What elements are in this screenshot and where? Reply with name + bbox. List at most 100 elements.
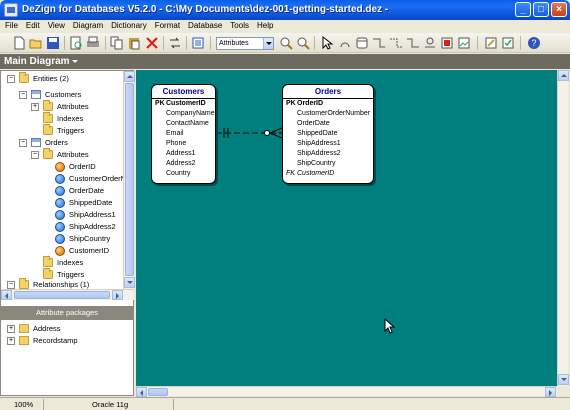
attribute-name: CustomerID	[166, 100, 206, 107]
attribute-row[interactable]: ShipCountry	[283, 159, 373, 169]
attribute-packages-header[interactable]: Attribute packages	[1, 306, 133, 320]
attribute-row[interactable]: Country	[152, 169, 215, 179]
menu-diagram[interactable]: Diagram	[68, 20, 106, 30]
copy-icon[interactable]	[110, 36, 124, 50]
scroll-down-icon[interactable]	[124, 277, 135, 288]
tree-vertical-scrollbar[interactable]	[123, 71, 135, 289]
subtype-tool-icon[interactable]	[423, 36, 437, 50]
attribute-name: OrderID	[297, 100, 324, 107]
zoom-fit-icon[interactable]	[191, 36, 205, 50]
package-icon	[19, 324, 29, 333]
title-bar[interactable]: DeZign for Databases V5.2.0 - C:\My Docu…	[0, 0, 570, 20]
tree-item-label: Address	[33, 324, 61, 333]
scroll-thumb[interactable]	[14, 291, 110, 299]
pk-row[interactable]: PK OrderID	[283, 99, 373, 109]
scroll-right-icon[interactable]	[545, 387, 556, 397]
print-preview-icon[interactable]	[69, 36, 83, 50]
scroll-left-icon[interactable]	[136, 387, 147, 397]
save-icon[interactable]	[46, 36, 60, 50]
arrange-icon[interactable]	[168, 36, 182, 50]
chevron-down-icon[interactable]	[72, 60, 78, 63]
window-title: DeZign for Databases V5.2.0 - C:\My Docu…	[22, 4, 389, 15]
print-icon[interactable]	[86, 36, 100, 50]
app-icon[interactable]	[4, 3, 18, 17]
entity-body: PK CustomerID CompanyName ContactName Em…	[152, 99, 215, 179]
paste-icon[interactable]	[127, 36, 141, 50]
tree-item-label: ShippedDate	[69, 198, 113, 207]
attribute-row[interactable]: ShippedDate	[283, 129, 373, 139]
select-pointer-icon[interactable]	[320, 36, 334, 50]
attribute-row[interactable]: Phone	[152, 139, 215, 149]
attribute-icon	[55, 234, 65, 244]
pk-row[interactable]: PK CustomerID	[152, 99, 215, 109]
entity-orders[interactable]: Orders PK OrderID CustomerOrderNumber Or…	[282, 84, 374, 184]
new-file-icon[interactable]	[12, 36, 26, 50]
folder-icon	[43, 148, 53, 159]
collapse-icon[interactable]: −	[7, 281, 15, 289]
relationship-tool-icon[interactable]	[372, 36, 386, 50]
chevron-down-icon[interactable]	[263, 38, 273, 49]
menu-tools[interactable]: Tools	[225, 20, 252, 30]
check-model-icon[interactable]	[501, 36, 515, 50]
tree-item-label: Customers	[45, 90, 82, 99]
menu-format[interactable]: Format	[150, 20, 183, 30]
edit-properties-icon[interactable]	[484, 36, 498, 50]
menu-database[interactable]: Database	[183, 20, 225, 30]
canvas-horizontal-scrollbar[interactable]	[136, 386, 557, 397]
attribute-row[interactable]: ContactName	[152, 119, 215, 129]
attribute-row[interactable]: ShipAddress2	[283, 149, 373, 159]
help-icon[interactable]: ?	[527, 36, 541, 50]
collapse-icon[interactable]: −	[7, 75, 15, 83]
entity-icon	[31, 138, 41, 147]
scroll-up-icon[interactable]	[124, 71, 135, 82]
display-level-value: Attributes	[219, 40, 249, 47]
scroll-right-icon[interactable]	[112, 290, 123, 300]
collapse-icon[interactable]: −	[31, 151, 39, 159]
collapse-icon[interactable]: −	[19, 139, 27, 147]
entity-tool-icon[interactable]	[355, 36, 369, 50]
entity-customers[interactable]: Customers PK CustomerID CompanyName Cont…	[151, 84, 216, 184]
note-tool-icon[interactable]	[440, 36, 454, 50]
expand-icon[interactable]: +	[31, 103, 39, 111]
menu-view[interactable]: View	[43, 20, 68, 30]
delete-icon[interactable]	[145, 36, 159, 50]
scroll-thumb[interactable]	[125, 83, 134, 276]
attribute-row[interactable]: CompanyName	[152, 109, 215, 119]
canvas-vertical-scrollbar[interactable]	[557, 70, 569, 386]
attribute-row[interactable]: ShipAddress1	[283, 139, 373, 149]
attribute-row[interactable]: Address1	[152, 149, 215, 159]
toolbar-separator	[64, 36, 65, 50]
attribute-name: ShipCountry	[297, 160, 336, 167]
expand-icon[interactable]: +	[7, 337, 15, 345]
close-button[interactable]: ×	[551, 2, 567, 17]
attribute-row[interactable]: OrderDate	[283, 119, 373, 129]
zoom-in-icon[interactable]	[279, 36, 293, 50]
attribute-row[interactable]: Email	[152, 129, 215, 139]
scroll-up-icon[interactable]	[558, 70, 569, 81]
fk-row[interactable]: FK CustomerID	[283, 169, 373, 179]
display-level-select[interactable]: Attributes	[216, 37, 274, 50]
menu-edit[interactable]: Edit	[21, 20, 43, 30]
scroll-down-icon[interactable]	[558, 374, 569, 385]
zoom-out-icon[interactable]	[296, 36, 310, 50]
diagram-tab[interactable]: Main Diagram	[0, 54, 570, 69]
diagram-canvas[interactable]: Customers PK CustomerID CompanyName Cont…	[136, 70, 557, 386]
menu-help[interactable]: Help	[252, 20, 276, 30]
attribute-row[interactable]: Address2	[152, 159, 215, 169]
attribute-name: CustomerID	[297, 170, 335, 177]
minimize-button[interactable]: _	[515, 2, 531, 17]
scroll-thumb[interactable]	[148, 388, 168, 396]
text-tool-icon[interactable]	[338, 36, 352, 50]
relationship-identifying-icon[interactable]	[389, 36, 403, 50]
collapse-icon[interactable]: −	[19, 91, 27, 99]
tree-horizontal-scrollbar[interactable]	[1, 289, 134, 300]
expand-icon[interactable]: +	[7, 325, 15, 333]
attribute-row[interactable]: CustomerOrderNumber	[283, 109, 373, 119]
menu-file[interactable]: File	[0, 20, 21, 30]
picture-tool-icon[interactable]	[457, 36, 471, 50]
open-folder-icon[interactable]	[29, 36, 43, 50]
menu-dictionary[interactable]: Dictionary	[106, 20, 150, 30]
relationship-nonidentifying-icon[interactable]	[406, 36, 420, 50]
maximize-button[interactable]: □	[533, 2, 549, 17]
scroll-left-icon[interactable]	[1, 290, 12, 300]
